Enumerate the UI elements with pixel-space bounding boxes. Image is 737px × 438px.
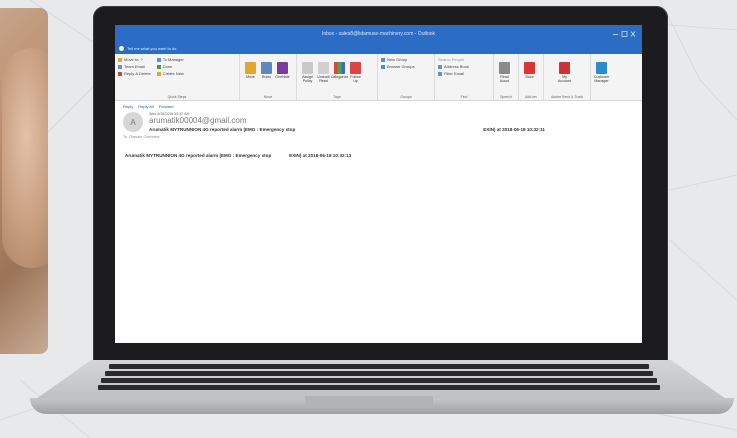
read-aloud-icon [499, 62, 510, 74]
filter-email-button[interactable]: Filter Email [438, 70, 490, 77]
quick-steps-group: Move to: ? Team Email Reply & Delete To … [115, 54, 240, 100]
reply-button[interactable]: Reply [123, 104, 133, 109]
quick-step-item[interactable]: To Manager [156, 56, 184, 63]
customer-manager-button[interactable]: Customer Manager [594, 62, 609, 83]
reply-all-button[interactable]: Reply All [138, 104, 154, 109]
key-row [98, 378, 660, 383]
body-text: Arumatik MYTRUNNION 4G reported alarm (E… [125, 153, 272, 158]
unread-read-button[interactable]: Unread/ Read [316, 62, 331, 83]
keyboard [98, 364, 660, 394]
adobe-group: My Account Adobe Send & Track [544, 54, 591, 100]
window-titlebar: Inbox - sales8@lidamuse-machinery.com - … [115, 25, 642, 43]
forward-icon [156, 57, 161, 62]
categorize-icon [334, 62, 345, 74]
hand-photo [0, 8, 48, 354]
store-icon [524, 62, 535, 74]
rules-button[interactable]: Rules [259, 62, 274, 79]
ribbon: Move to: ? Team Email Reply & Delete To … [115, 54, 642, 101]
key-row-strip [98, 385, 660, 390]
onenote-icon [277, 62, 288, 74]
onenote-button[interactable]: OneNote [275, 62, 290, 79]
check-icon [156, 64, 161, 69]
policy-icon [302, 62, 313, 74]
lightbulb-icon [119, 46, 124, 51]
quick-step-item[interactable]: Team Email [118, 63, 151, 70]
address-book-button[interactable]: Address Book [438, 63, 490, 70]
lightning-icon [156, 71, 161, 76]
quick-step-item[interactable]: Done [156, 63, 184, 70]
key-row-strip [109, 364, 649, 369]
window-controls-icon[interactable] [612, 30, 636, 38]
touchpad [305, 396, 433, 408]
key-row-strip [101, 378, 657, 383]
tell-me-input[interactable]: Tell me what you want to do [127, 46, 176, 51]
envelope-icon [318, 62, 329, 74]
reading-pane: Reply Reply All Forward A Wed 6/18/2018 … [115, 101, 642, 161]
flag-icon [350, 62, 361, 74]
customer-manager-icon [596, 62, 607, 74]
rules-icon [261, 62, 272, 74]
group-label: Find [460, 95, 468, 99]
store-button[interactable]: Store [522, 62, 537, 79]
group-label: Add-ins [525, 95, 537, 99]
laptop-screen: Inbox - sales8@lidamuse-machinery.com - … [115, 25, 642, 343]
to-value[interactable]: Director Overview [129, 135, 159, 139]
adobe-icon [559, 62, 570, 74]
group-label: Move [263, 95, 273, 99]
forward-button[interactable]: Forward [159, 104, 174, 109]
speech-group: Read Aloud Speech [494, 54, 519, 100]
tell-me-bar[interactable]: Tell me what you want to do [115, 43, 642, 54]
key-row [98, 371, 660, 376]
to-label: To [123, 135, 128, 139]
categorize-button[interactable]: Categorize [331, 62, 348, 83]
group-label: Adobe Send & Track [550, 95, 584, 99]
quick-step-item[interactable]: Create New [156, 70, 184, 77]
addins-group: Store Add-ins [519, 54, 544, 100]
avatar: A [123, 112, 143, 132]
key-row [98, 385, 660, 390]
group-label: Groups [400, 95, 412, 99]
sender-address[interactable]: arumatik00004@gmail.com [149, 116, 545, 125]
subject-text: Arumatik MYTRUNNION 4G reported alarm (E… [149, 127, 296, 132]
move-button[interactable]: Move [243, 62, 258, 79]
group-icon [381, 57, 385, 62]
key-row [98, 364, 660, 369]
message-subject: Arumatik MYTRUNNION 4G reported alarm (E… [149, 127, 545, 132]
team-icon [118, 64, 122, 69]
find-group: Search People Address Book Filter Email … [435, 54, 494, 100]
reply-delete-icon [118, 71, 122, 76]
subject-timestamp: EXIN) at 2018-06-18 10:32:11 [483, 127, 545, 132]
quick-step-item[interactable]: Reply & Delete [118, 70, 151, 77]
folder-icon [118, 57, 122, 62]
tags-group: Assign Policy Unread/ Read Categorize Fo… [297, 54, 378, 100]
body-timestamp: EXIN) at 2018-06-18 10:32:13 [289, 153, 352, 158]
key-row-strip [105, 371, 653, 376]
finger-image [2, 48, 48, 268]
read-aloud-button[interactable]: Read Aloud [497, 62, 512, 83]
groups-group: New Group Browse Groups Groups [378, 54, 435, 100]
group-label: Tags [333, 95, 341, 99]
message-body: Arumatik MYTRUNNION 4G reported alarm (E… [125, 153, 634, 158]
window-title: Inbox - sales8@lidamuse-machinery.com - … [321, 31, 436, 37]
assign-policy-button[interactable]: Assign Policy [300, 62, 315, 83]
browse-groups-button[interactable]: Browse Groups [381, 63, 431, 70]
address-book-icon [438, 64, 442, 69]
group-label: Quick Steps [167, 95, 187, 99]
move-icon [245, 62, 256, 74]
my-account-button[interactable]: My Account [557, 62, 572, 83]
quick-step-item[interactable]: Move to: ? [118, 56, 151, 63]
move-group: Move Rules OneNote Move [240, 54, 297, 100]
recipient-line: To Director Overview [123, 135, 634, 139]
filter-icon [438, 71, 442, 76]
group-label: Speech [500, 95, 512, 99]
message-header: A Wed 6/18/2018 10:32 AM arumatik00004@g… [123, 112, 634, 132]
message-actions: Reply Reply All Forward [123, 104, 634, 109]
customer-group: Customer Manager [591, 54, 621, 100]
search-people-input[interactable]: Search People [438, 56, 490, 63]
follow-up-button[interactable]: Follow Up [348, 62, 363, 83]
new-group-button[interactable]: New Group [381, 56, 431, 63]
browse-icon [381, 64, 385, 69]
